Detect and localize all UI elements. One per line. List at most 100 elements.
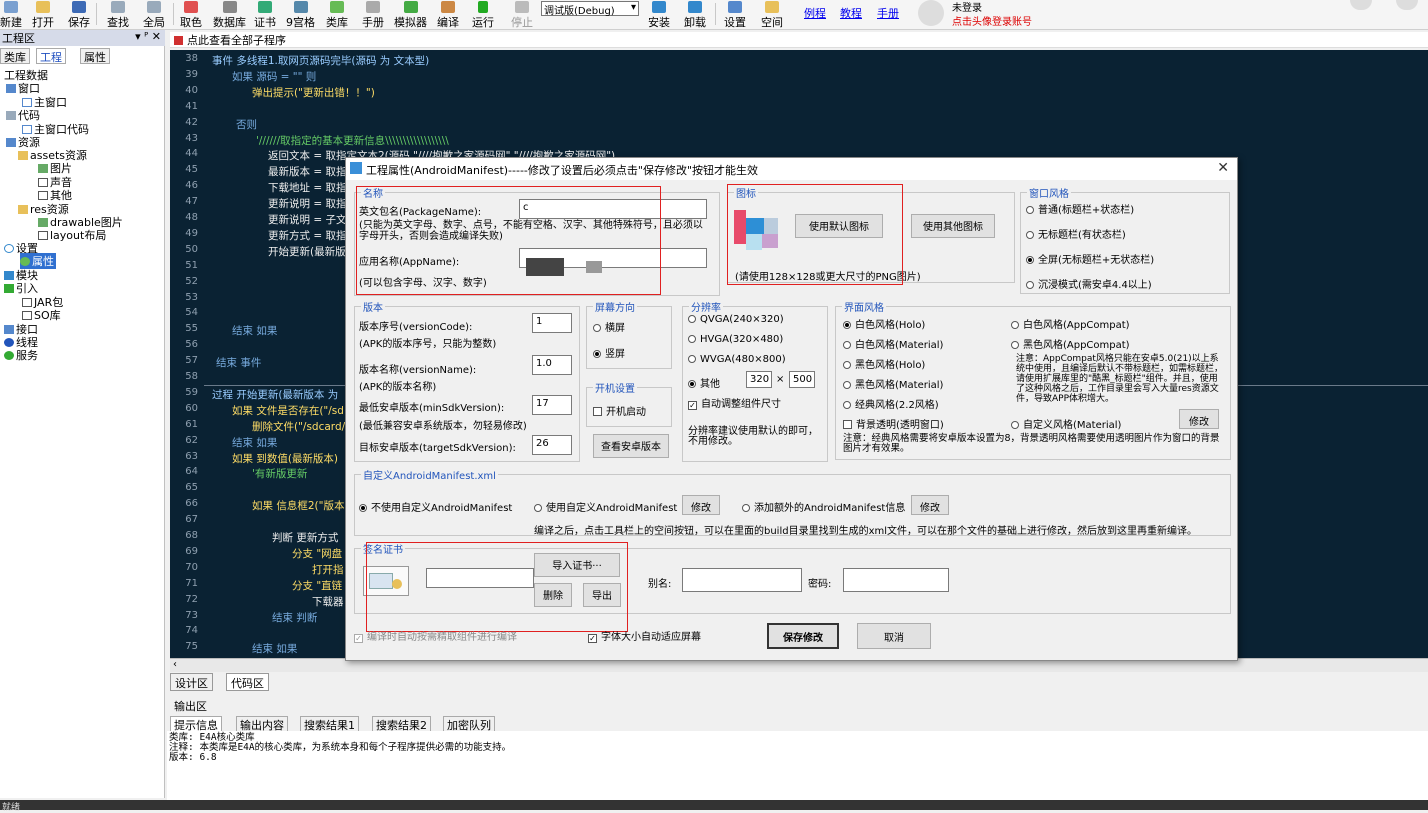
code-line[interactable]: 如果 文件是否存在("/sd bbox=[232, 403, 344, 418]
code-line[interactable]: 如果 信息框2("版本 bbox=[252, 498, 344, 513]
global-button[interactable]: 全局 bbox=[143, 0, 165, 29]
alias-input[interactable] bbox=[682, 568, 802, 592]
examples-link[interactable]: 例程 bbox=[804, 5, 826, 21]
database-button[interactable]: 数据库 bbox=[213, 0, 246, 29]
auto-size-checkbox[interactable]: ✓ 自动调整组件尺寸 bbox=[688, 395, 781, 410]
tab-hints[interactable]: 提示信息 bbox=[170, 716, 222, 732]
space-button[interactable]: 空间 bbox=[761, 0, 783, 29]
code-line[interactable]: 分支 "网盘 bbox=[292, 546, 342, 561]
code-line[interactable]: 事件 多线程1.取网页源码完毕(源码 为 文本型) bbox=[212, 53, 429, 68]
tab-properties[interactable]: 属性 bbox=[80, 48, 110, 64]
code-line[interactable]: 判断 更新方式 bbox=[272, 530, 338, 545]
code-line[interactable]: 如果 到数值(最新版本) bbox=[232, 451, 338, 466]
theme-custom-material[interactable]: 自定义风格(Material) bbox=[1011, 416, 1121, 431]
theme-white-material[interactable]: 白色风格(Material) bbox=[843, 336, 943, 351]
close-icon[interactable]: ✕ bbox=[1217, 160, 1229, 176]
theme-black-holo[interactable]: 黑色风格(Holo) bbox=[843, 356, 925, 371]
code-line[interactable]: 否则 bbox=[236, 117, 257, 132]
res-height-input[interactable]: 500 bbox=[789, 371, 815, 388]
code-line[interactable]: 结束 如果 bbox=[232, 323, 277, 338]
tab-output[interactable]: 输出内容 bbox=[236, 716, 288, 732]
use-other-icon-button[interactable]: 使用其他图标 bbox=[911, 214, 995, 238]
code-line[interactable]: 开始更新(最新版 bbox=[268, 244, 346, 259]
open-button[interactable]: 打开 bbox=[32, 0, 54, 29]
theme-black-material[interactable]: 黑色风格(Material) bbox=[843, 376, 943, 391]
code-line[interactable]: 结束 如果 bbox=[232, 435, 277, 450]
manifest-custom-modify-button[interactable]: 修改 bbox=[682, 495, 720, 515]
cancel-button[interactable]: 取消 bbox=[857, 623, 931, 649]
color-pick-button[interactable]: 取色 bbox=[180, 0, 202, 29]
library-button[interactable]: 类库 bbox=[326, 0, 348, 29]
font-auto-fit-checkbox[interactable]: ✓ 字体大小自动适应屏幕 bbox=[588, 628, 701, 643]
avatar[interactable] bbox=[918, 0, 944, 26]
code-line[interactable]: 最新版本 = 取指 bbox=[268, 164, 346, 179]
manifest-extra-modify-button[interactable]: 修改 bbox=[911, 495, 949, 515]
code-line[interactable]: 打开指 bbox=[312, 562, 344, 577]
compile-button[interactable]: 编译 bbox=[437, 0, 459, 29]
theme-white-appcompat[interactable]: 白色风格(AppCompat) bbox=[1011, 316, 1130, 331]
theme-classic[interactable]: 经典风格(2.2风格) bbox=[843, 396, 939, 411]
new-button[interactable]: 新建 bbox=[0, 0, 22, 29]
code-line[interactable]: '有新版更新 bbox=[252, 466, 307, 481]
version-name-input[interactable]: 1.0 bbox=[532, 355, 572, 375]
login-hint[interactable]: 点击头像登录账号 bbox=[952, 13, 1032, 28]
res-wvga[interactable]: WVGA(480×800) bbox=[688, 354, 786, 365]
nine-grid-button[interactable]: 9宫格 bbox=[286, 0, 315, 29]
tab-project[interactable]: 工程 bbox=[36, 48, 66, 64]
install-button[interactable]: 安装 bbox=[648, 0, 670, 29]
theme-transparent-checkbox[interactable]: 背景透明(透明窗口) bbox=[843, 416, 944, 431]
code-line[interactable]: 过程 开始更新(最新版本 为 bbox=[212, 387, 338, 402]
manual-button[interactable]: 手册 bbox=[362, 0, 384, 29]
window-opt-fullscreen[interactable]: 全屏(无标题栏+无状态栏) bbox=[1026, 251, 1154, 266]
window-opt-immersive[interactable]: 沉浸模式(需安卓4.4以上) bbox=[1026, 276, 1152, 291]
scroll-left-icon[interactable]: ‹ bbox=[173, 659, 177, 670]
orient-landscape[interactable]: 横屏 bbox=[593, 319, 625, 334]
view-android-version-button[interactable]: 查看安卓版本 bbox=[593, 434, 669, 458]
tab-encrypt-queue[interactable]: 加密队列 bbox=[443, 716, 495, 732]
run-button[interactable]: 运行 bbox=[472, 0, 494, 29]
manifest-extra[interactable]: 添加额外的AndroidManifest信息 bbox=[742, 499, 905, 514]
tab-library[interactable]: 类库 bbox=[0, 48, 30, 64]
settings-button[interactable]: 设置 bbox=[724, 0, 746, 29]
manifest-none[interactable]: 不使用自定义AndroidManifest bbox=[359, 499, 512, 514]
build-mode-select[interactable]: 调试版(Debug) ▾ bbox=[541, 1, 639, 17]
manual-link[interactable]: 手册 bbox=[877, 5, 899, 21]
manifest-custom[interactable]: 使用自定义AndroidManifest bbox=[534, 499, 677, 514]
panel-controls[interactable]: ▾ ᴾ ✕ bbox=[135, 30, 161, 43]
theme-white-holo[interactable]: 白色风格(Holo) bbox=[843, 316, 925, 331]
res-width-input[interactable]: 320 bbox=[746, 371, 772, 388]
code-line[interactable]: 删除文件("/sdcard/ bbox=[252, 419, 345, 434]
window-opt-no-title[interactable]: 无标题栏(有状态栏) bbox=[1026, 226, 1126, 241]
version-code-input[interactable]: 1 bbox=[532, 313, 572, 333]
code-line[interactable]: 弹出提示("更新出错！！") bbox=[252, 85, 375, 100]
compile-on-demand-checkbox[interactable]: ✓ 编译时自动按需精取组件进行编译 bbox=[354, 628, 517, 643]
subroutine-header[interactable]: 点此查看全部子程序 bbox=[170, 32, 1428, 48]
tab-code[interactable]: 代码区 bbox=[226, 673, 269, 691]
code-line[interactable]: 结束 判断 bbox=[272, 610, 317, 625]
theme-black-appcompat[interactable]: 黑色风格(AppCompat) bbox=[1011, 336, 1130, 351]
tab-search2[interactable]: 搜索结果2 bbox=[372, 716, 431, 732]
res-qvga[interactable]: QVGA(240×320) bbox=[688, 314, 784, 325]
tree-item[interactable]: 服务 bbox=[4, 347, 38, 363]
save-changes-button[interactable]: 保存修改 bbox=[767, 623, 839, 649]
theme-modify-button[interactable]: 修改 bbox=[1179, 409, 1219, 429]
code-line[interactable]: 如果 源码 = "" 则 bbox=[232, 69, 316, 84]
tree-item[interactable]: layout布局 bbox=[38, 227, 106, 243]
certificate-button[interactable]: 证书 bbox=[254, 0, 276, 29]
code-line[interactable]: 结束 如果 bbox=[252, 641, 297, 656]
tutorial-link[interactable]: 教程 bbox=[840, 5, 862, 21]
res-hvga[interactable]: HVGA(320×480) bbox=[688, 334, 783, 345]
emulator-button[interactable]: 模拟器 bbox=[394, 0, 427, 29]
orient-portrait[interactable]: 竖屏 bbox=[593, 345, 625, 360]
code-line[interactable]: 更新说明 = 取指 bbox=[268, 196, 346, 211]
window-opt-normal[interactable]: 普通(标题栏+状态栏) bbox=[1026, 201, 1134, 216]
min-sdk-input[interactable]: 17 bbox=[532, 395, 572, 415]
code-line[interactable]: 下载地址 = 取指 bbox=[268, 180, 346, 195]
tab-search1[interactable]: 搜索结果1 bbox=[300, 716, 359, 732]
target-sdk-input[interactable]: 26 bbox=[532, 435, 572, 455]
password-input[interactable] bbox=[843, 568, 949, 592]
res-other[interactable]: 其他 bbox=[688, 375, 720, 390]
code-line[interactable]: 结束 事件 bbox=[216, 355, 261, 370]
code-line[interactable]: '//////取指定的基本更新信息\\\\\\\\\\\\\\\\\\ bbox=[256, 133, 449, 148]
stop-button[interactable]: 停止 bbox=[511, 0, 533, 29]
